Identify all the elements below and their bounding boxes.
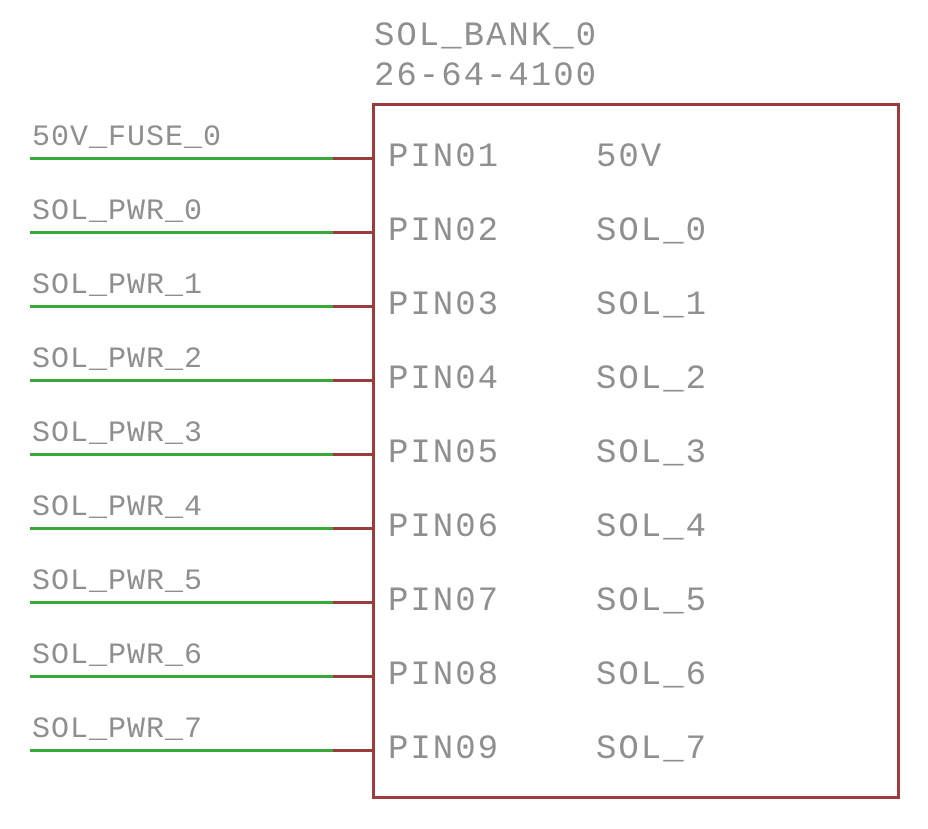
pin-stub (333, 379, 375, 382)
pin-number-label: PIN05 (388, 435, 500, 473)
net-wire (30, 675, 333, 678)
pin-row-03: SOL_PWR_1 PIN03 SOL_1 (30, 297, 900, 337)
pin-signal-label: 50V (596, 139, 663, 177)
pin-row-08: SOL_PWR_6 PIN08 SOL_6 (30, 667, 900, 707)
pin-signal-label: SOL_0 (596, 213, 708, 251)
pin-stub (333, 231, 375, 234)
net-wire (30, 157, 333, 160)
net-label: SOL_PWR_5 (32, 565, 203, 599)
pin-stub (333, 305, 375, 308)
pin-stub (333, 601, 375, 604)
net-wire (30, 453, 333, 456)
pin-stub (333, 453, 375, 456)
pin-signal-label: SOL_3 (596, 435, 708, 473)
pin-signal-label: SOL_5 (596, 583, 708, 621)
component-value: 26-64-4100 (374, 58, 598, 96)
pin-number-label: PIN03 (388, 287, 500, 325)
net-label: SOL_PWR_2 (32, 343, 203, 377)
pin-row-09: SOL_PWR_7 PIN09 SOL_7 (30, 741, 900, 781)
net-label: 50V_FUSE_0 (32, 121, 222, 155)
pin-number-label: PIN08 (388, 657, 500, 695)
net-label: SOL_PWR_1 (32, 269, 203, 303)
pin-signal-label: SOL_4 (596, 509, 708, 547)
pin-row-05: SOL_PWR_3 PIN05 SOL_3 (30, 445, 900, 485)
net-wire (30, 749, 333, 752)
net-wire (30, 379, 333, 382)
net-label: SOL_PWR_0 (32, 195, 203, 229)
pin-number-label: PIN01 (388, 139, 500, 177)
pin-stub (333, 527, 375, 530)
pin-number-label: PIN09 (388, 731, 500, 769)
pin-row-04: SOL_PWR_2 PIN04 SOL_2 (30, 371, 900, 411)
net-label: SOL_PWR_7 (32, 713, 203, 747)
pin-number-label: PIN06 (388, 509, 500, 547)
net-label: SOL_PWR_4 (32, 491, 203, 525)
net-label: SOL_PWR_6 (32, 639, 203, 673)
pin-signal-label: SOL_6 (596, 657, 708, 695)
pin-number-label: PIN02 (388, 213, 500, 251)
net-label: SOL_PWR_3 (32, 417, 203, 451)
pin-signal-label: SOL_1 (596, 287, 708, 325)
pin-row-06: SOL_PWR_4 PIN06 SOL_4 (30, 519, 900, 559)
pin-number-label: PIN07 (388, 583, 500, 621)
pin-signal-label: SOL_2 (596, 361, 708, 399)
pin-row-07: SOL_PWR_5 PIN07 SOL_5 (30, 593, 900, 633)
pin-stub (333, 749, 375, 752)
net-wire (30, 305, 333, 308)
pin-row-01: 50V_FUSE_0 PIN01 50V (30, 149, 900, 189)
pin-number-label: PIN04 (388, 361, 500, 399)
pin-signal-label: SOL_7 (596, 731, 708, 769)
pin-stub (333, 157, 375, 160)
net-wire (30, 527, 333, 530)
component-name: SOL_BANK_0 (374, 18, 598, 56)
net-wire (30, 601, 333, 604)
pin-stub (333, 675, 375, 678)
pin-row-02: SOL_PWR_0 PIN02 SOL_0 (30, 223, 900, 263)
net-wire (30, 231, 333, 234)
